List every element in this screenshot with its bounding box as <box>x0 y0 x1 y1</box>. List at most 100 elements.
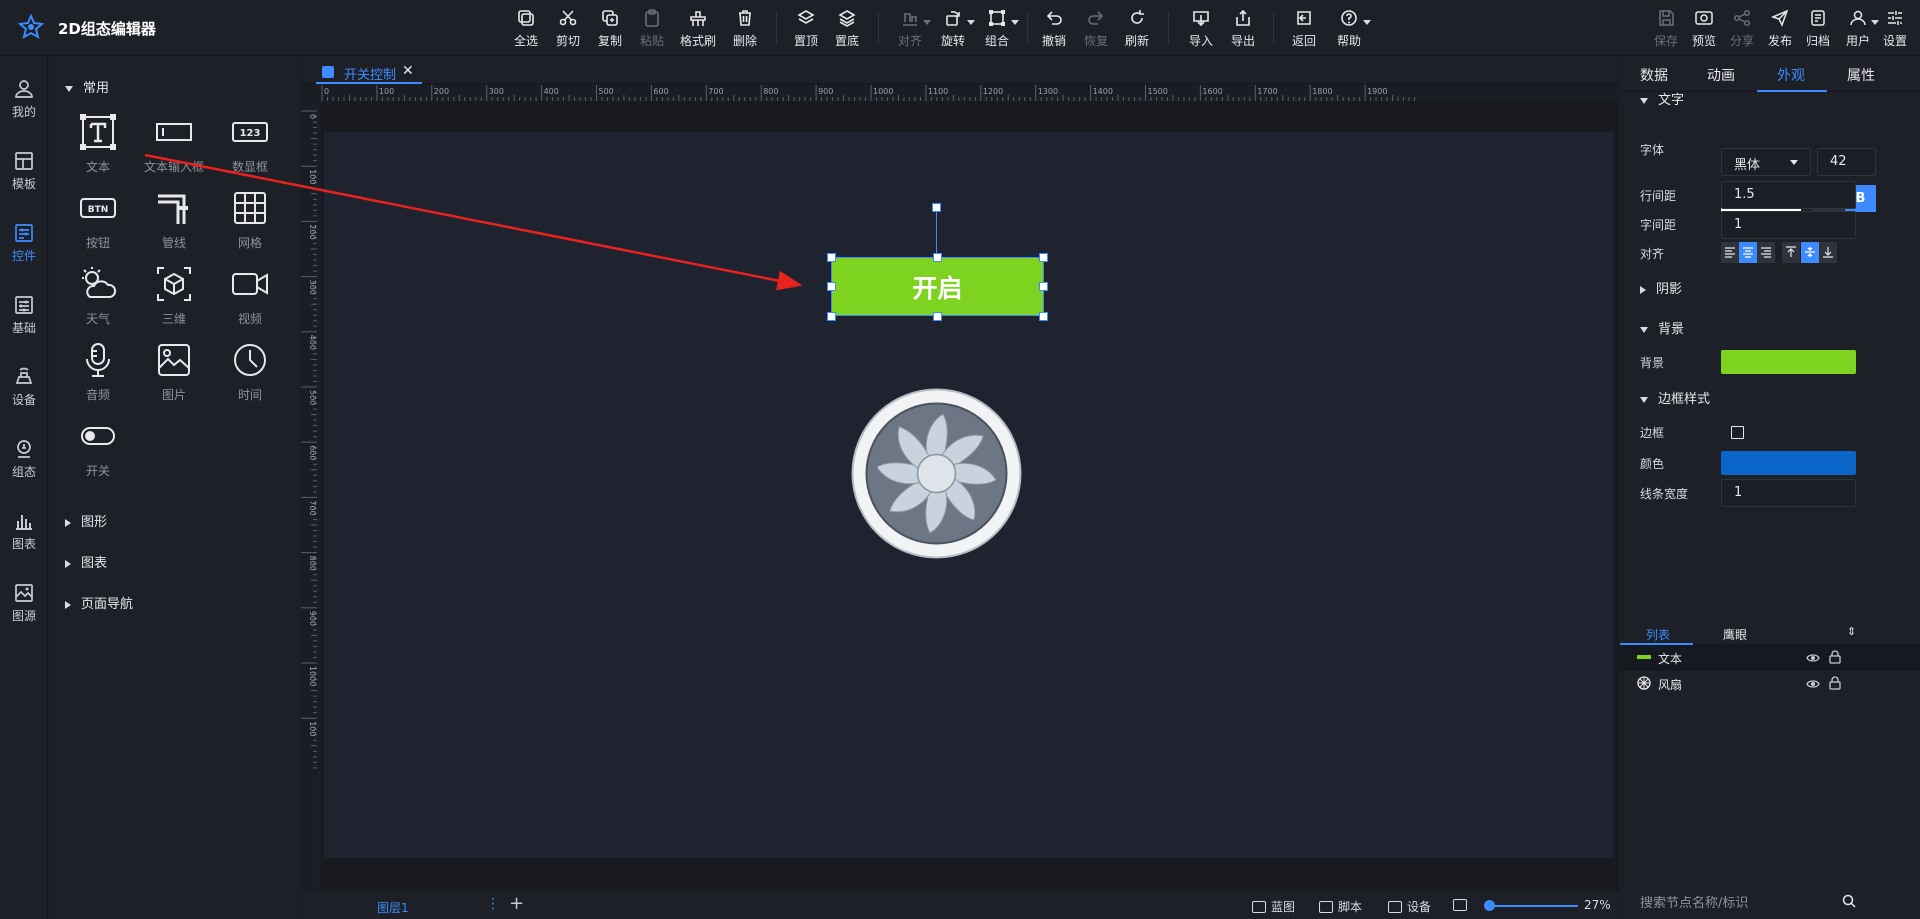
component-text-input[interactable]: 文本输入框 <box>136 112 212 182</box>
nav-item-device[interactable]: 设备 <box>0 353 48 413</box>
back-button[interactable]: 返回 <box>1285 8 1323 49</box>
nav-item-chart[interactable]: 图表 <box>0 497 48 557</box>
resize-handle-s[interactable] <box>933 312 942 321</box>
select-all-button[interactable]: 全选 <box>507 8 545 49</box>
nav-item-template[interactable]: 模板 <box>0 137 48 197</box>
tab-appearance[interactable]: 外观 <box>1777 65 1805 85</box>
align-right-button[interactable] <box>1757 242 1775 263</box>
layer-tab[interactable]: 图层1 <box>377 899 409 916</box>
letter-spacing-input[interactable]: 1 <box>1721 211 1856 239</box>
line-height-input[interactable]: 1.5 <box>1721 181 1856 209</box>
redo-button[interactable]: 恢复 <box>1077 8 1115 49</box>
group-page-nav-header[interactable]: 页面导航 <box>65 593 133 612</box>
add-layer-icon[interactable]: + <box>509 893 524 914</box>
rotate-handle[interactable] <box>932 203 941 212</box>
font-size-input[interactable]: 42 <box>1817 148 1876 176</box>
component-audio[interactable]: 音频 <box>60 340 136 410</box>
tab-eagle-eye[interactable]: 鹰眼 <box>1723 626 1747 643</box>
device-button[interactable]: 设备 <box>1388 898 1431 915</box>
layer-row-text[interactable]: 文本 <box>1620 645 1920 671</box>
settings-button[interactable]: 设置 <box>1876 8 1914 49</box>
user-button[interactable]: 用户 <box>1837 8 1879 49</box>
nav-item-controls[interactable]: 控件 <box>0 209 48 269</box>
lock-icon[interactable] <box>1829 676 1841 690</box>
group-shapes-header[interactable]: 图形 <box>65 511 107 530</box>
import-button[interactable]: 导入 <box>1182 8 1220 49</box>
resize-handle-se[interactable] <box>1039 312 1048 321</box>
layer-row-fan[interactable]: 风扇 <box>1620 671 1920 697</box>
border-color-swatch[interactable] <box>1721 451 1856 475</box>
border-checkbox[interactable] <box>1731 426 1744 439</box>
font-family-select[interactable]: 黑体 <box>1721 148 1811 176</box>
align-button[interactable]: 对齐 <box>889 8 931 49</box>
nav-item-image-source[interactable]: 图源 <box>0 569 48 629</box>
close-icon[interactable]: ✕ <box>402 63 414 79</box>
valign-bottom-button[interactable] <box>1819 242 1837 263</box>
export-button[interactable]: 导出 <box>1224 8 1262 49</box>
copy-button[interactable]: 复制 <box>591 8 629 49</box>
align-center-button[interactable] <box>1739 242 1757 263</box>
send-to-back-button[interactable]: 置底 <box>828 8 866 49</box>
document-tab[interactable]: 开关控制 ✕ <box>316 61 722 84</box>
component-button[interactable]: BTN 按钮 <box>60 188 136 258</box>
nav-item-basic[interactable]: 基础 <box>0 281 48 341</box>
component-image[interactable]: 图片 <box>136 340 212 410</box>
tab-list[interactable]: 列表 <box>1646 626 1670 643</box>
section-shadow-header[interactable]: 阴影 <box>1640 278 1682 297</box>
publish-button[interactable]: 发布 <box>1761 8 1799 49</box>
delete-button[interactable]: 删除 <box>726 8 764 49</box>
bring-to-front-button[interactable]: 置顶 <box>787 8 825 49</box>
component-3d[interactable]: 三维 <box>136 264 212 334</box>
group-common-header[interactable]: 常用 <box>65 77 109 96</box>
nav-item-scada[interactable]: 组态 <box>0 425 48 485</box>
component-switch[interactable]: 开关 <box>60 416 136 486</box>
tab-data[interactable]: 数据 <box>1640 65 1668 85</box>
help-button[interactable]: 帮助 <box>1327 8 1371 49</box>
component-grid[interactable]: 网格 <box>212 188 288 258</box>
eye-icon[interactable] <box>1806 651 1820 665</box>
align-left-button[interactable] <box>1721 242 1739 263</box>
nav-item-my[interactable]: 我的 <box>0 65 48 125</box>
resize-handle-sw[interactable] <box>827 312 836 321</box>
background-color-swatch[interactable] <box>1721 350 1856 374</box>
vertical-ruler[interactable]: 0 100 200 300 400 500 600 700 800 900 1000 100 <box>301 101 317 890</box>
zoom-slider-knob[interactable] <box>1484 900 1495 911</box>
section-text-header[interactable]: 文字 <box>1640 89 1684 108</box>
undo-button[interactable]: 撤销 <box>1035 8 1073 49</box>
horizontal-ruler[interactable]: 0 100 200 300 400 500 600 700 800 900 1000 1100 1200… <box>321 85 1619 101</box>
tab-animation[interactable]: 动画 <box>1707 65 1735 85</box>
line-width-input[interactable]: 1 <box>1721 479 1856 507</box>
paste-button[interactable]: 粘贴 <box>633 8 671 49</box>
group-charts-header[interactable]: 图表 <box>65 552 107 571</box>
resize-handle-nw[interactable] <box>827 253 836 262</box>
resize-handle-e[interactable] <box>1039 282 1048 291</box>
save-button[interactable]: 保存 <box>1647 8 1685 49</box>
format-brush-button[interactable]: 格式刷 <box>679 8 717 49</box>
component-text[interactable]: 文本 <box>60 112 136 182</box>
layer-search-input[interactable]: 搜索节点名称/标识 <box>1640 892 1748 911</box>
resize-handle-ne[interactable] <box>1039 253 1048 262</box>
section-border-header[interactable]: 边框样式 <box>1640 388 1710 407</box>
sort-icon[interactable]: ⇕ <box>1847 625 1856 638</box>
more-vertical-icon[interactable]: ⋮ <box>486 896 500 912</box>
eye-icon[interactable] <box>1806 677 1820 691</box>
valign-middle-button[interactable] <box>1801 242 1819 263</box>
fit-screen-button[interactable] <box>1453 898 1472 912</box>
script-button[interactable]: 脚本 <box>1319 898 1362 915</box>
component-weather[interactable]: 天气 <box>60 264 136 334</box>
zoom-slider[interactable] <box>1488 905 1578 907</box>
group-button[interactable]: 组合 <box>975 8 1019 49</box>
resize-handle-w[interactable] <box>827 282 836 291</box>
search-icon[interactable] <box>1842 894 1856 908</box>
section-background-header[interactable]: 背景 <box>1640 318 1684 337</box>
component-time[interactable]: 时间 <box>212 340 288 410</box>
canvas-fan[interactable] <box>851 388 1022 559</box>
archive-button[interactable]: 归档 <box>1799 8 1837 49</box>
cut-button[interactable]: 剪切 <box>549 8 587 49</box>
tab-attributes[interactable]: 属性 <box>1847 65 1875 85</box>
lock-icon[interactable] <box>1829 650 1841 664</box>
resize-handle-n[interactable] <box>933 253 942 262</box>
component-number-display[interactable]: 123 数显框 <box>212 112 288 182</box>
component-video[interactable]: 视频 <box>212 264 288 334</box>
refresh-button[interactable]: 刷新 <box>1118 8 1156 49</box>
